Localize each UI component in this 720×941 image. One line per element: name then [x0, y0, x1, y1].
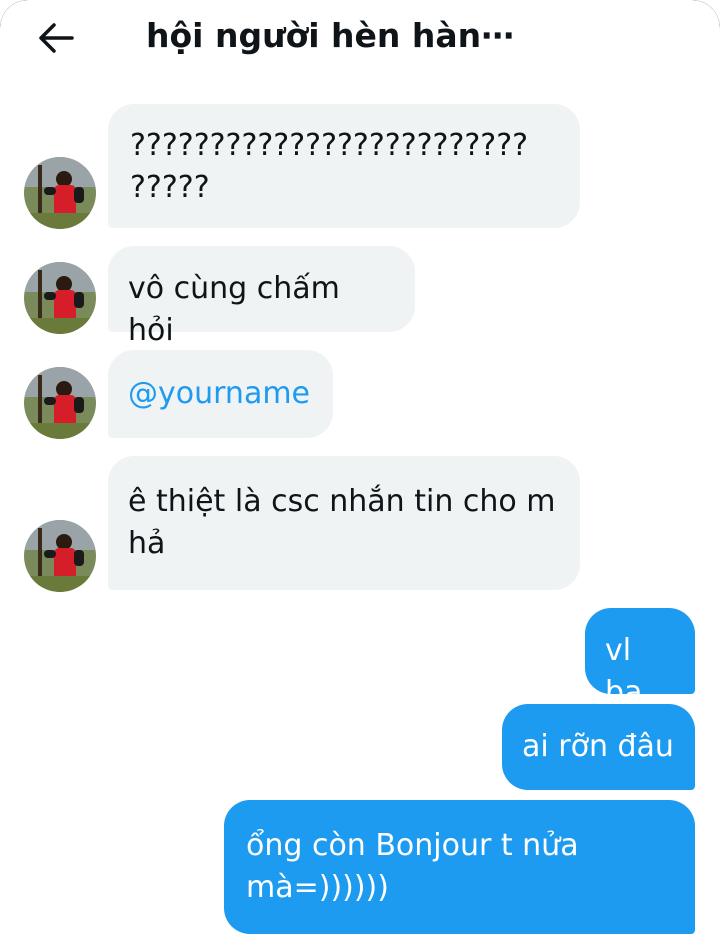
arrow-left-icon: [39, 23, 74, 53]
incoming-message-bubble[interactable]: ê thiệt là csc nhắn tin cho m hả: [108, 456, 580, 590]
conversation-title[interactable]: hội người hèn hàn⋯: [146, 16, 514, 55]
avatar-image: [24, 520, 96, 592]
incoming-message-bubble[interactable]: vô cùng chấm hỏi: [108, 246, 415, 348]
chat-screen: hội người hèn hàn⋯ ?????????????????????…: [0, 0, 720, 941]
message-text: vl ba: [605, 633, 643, 710]
message-text: ai rỡn đâu: [522, 729, 674, 764]
outgoing-message-bubble[interactable]: ổng còn Bonjour t nửa mà=)))))): [224, 800, 695, 934]
sender-avatar[interactable]: [24, 367, 96, 439]
outgoing-message-bubble[interactable]: vl ba: [585, 608, 695, 710]
message-text: vô cùng chấm hỏi: [128, 271, 340, 348]
message-text: ổng còn Bonjour t nửa mà=)))))): [246, 828, 579, 905]
avatar-image: [24, 262, 96, 334]
back-button[interactable]: [34, 18, 78, 58]
sender-avatar[interactable]: [24, 520, 96, 592]
chat-container: hội người hèn hàn⋯ ?????????????????????…: [0, 0, 720, 941]
chat-header: hội người hèn hàn⋯: [0, 0, 720, 80]
sender-avatar[interactable]: [24, 262, 96, 334]
sender-avatar[interactable]: [24, 157, 96, 229]
outgoing-message-bubble[interactable]: ai rỡn đâu: [502, 704, 695, 790]
message-text: ????????????????????????? ?????: [130, 128, 529, 205]
avatar-image: [24, 157, 96, 229]
avatar-image: [24, 367, 96, 439]
message-text: ê thiệt là csc nhắn tin cho m hả: [128, 484, 556, 561]
mention-link[interactable]: @yourname: [128, 376, 310, 411]
incoming-message-bubble[interactable]: @yourname: [108, 350, 333, 438]
incoming-message-bubble[interactable]: ????????????????????????? ?????: [108, 104, 580, 228]
